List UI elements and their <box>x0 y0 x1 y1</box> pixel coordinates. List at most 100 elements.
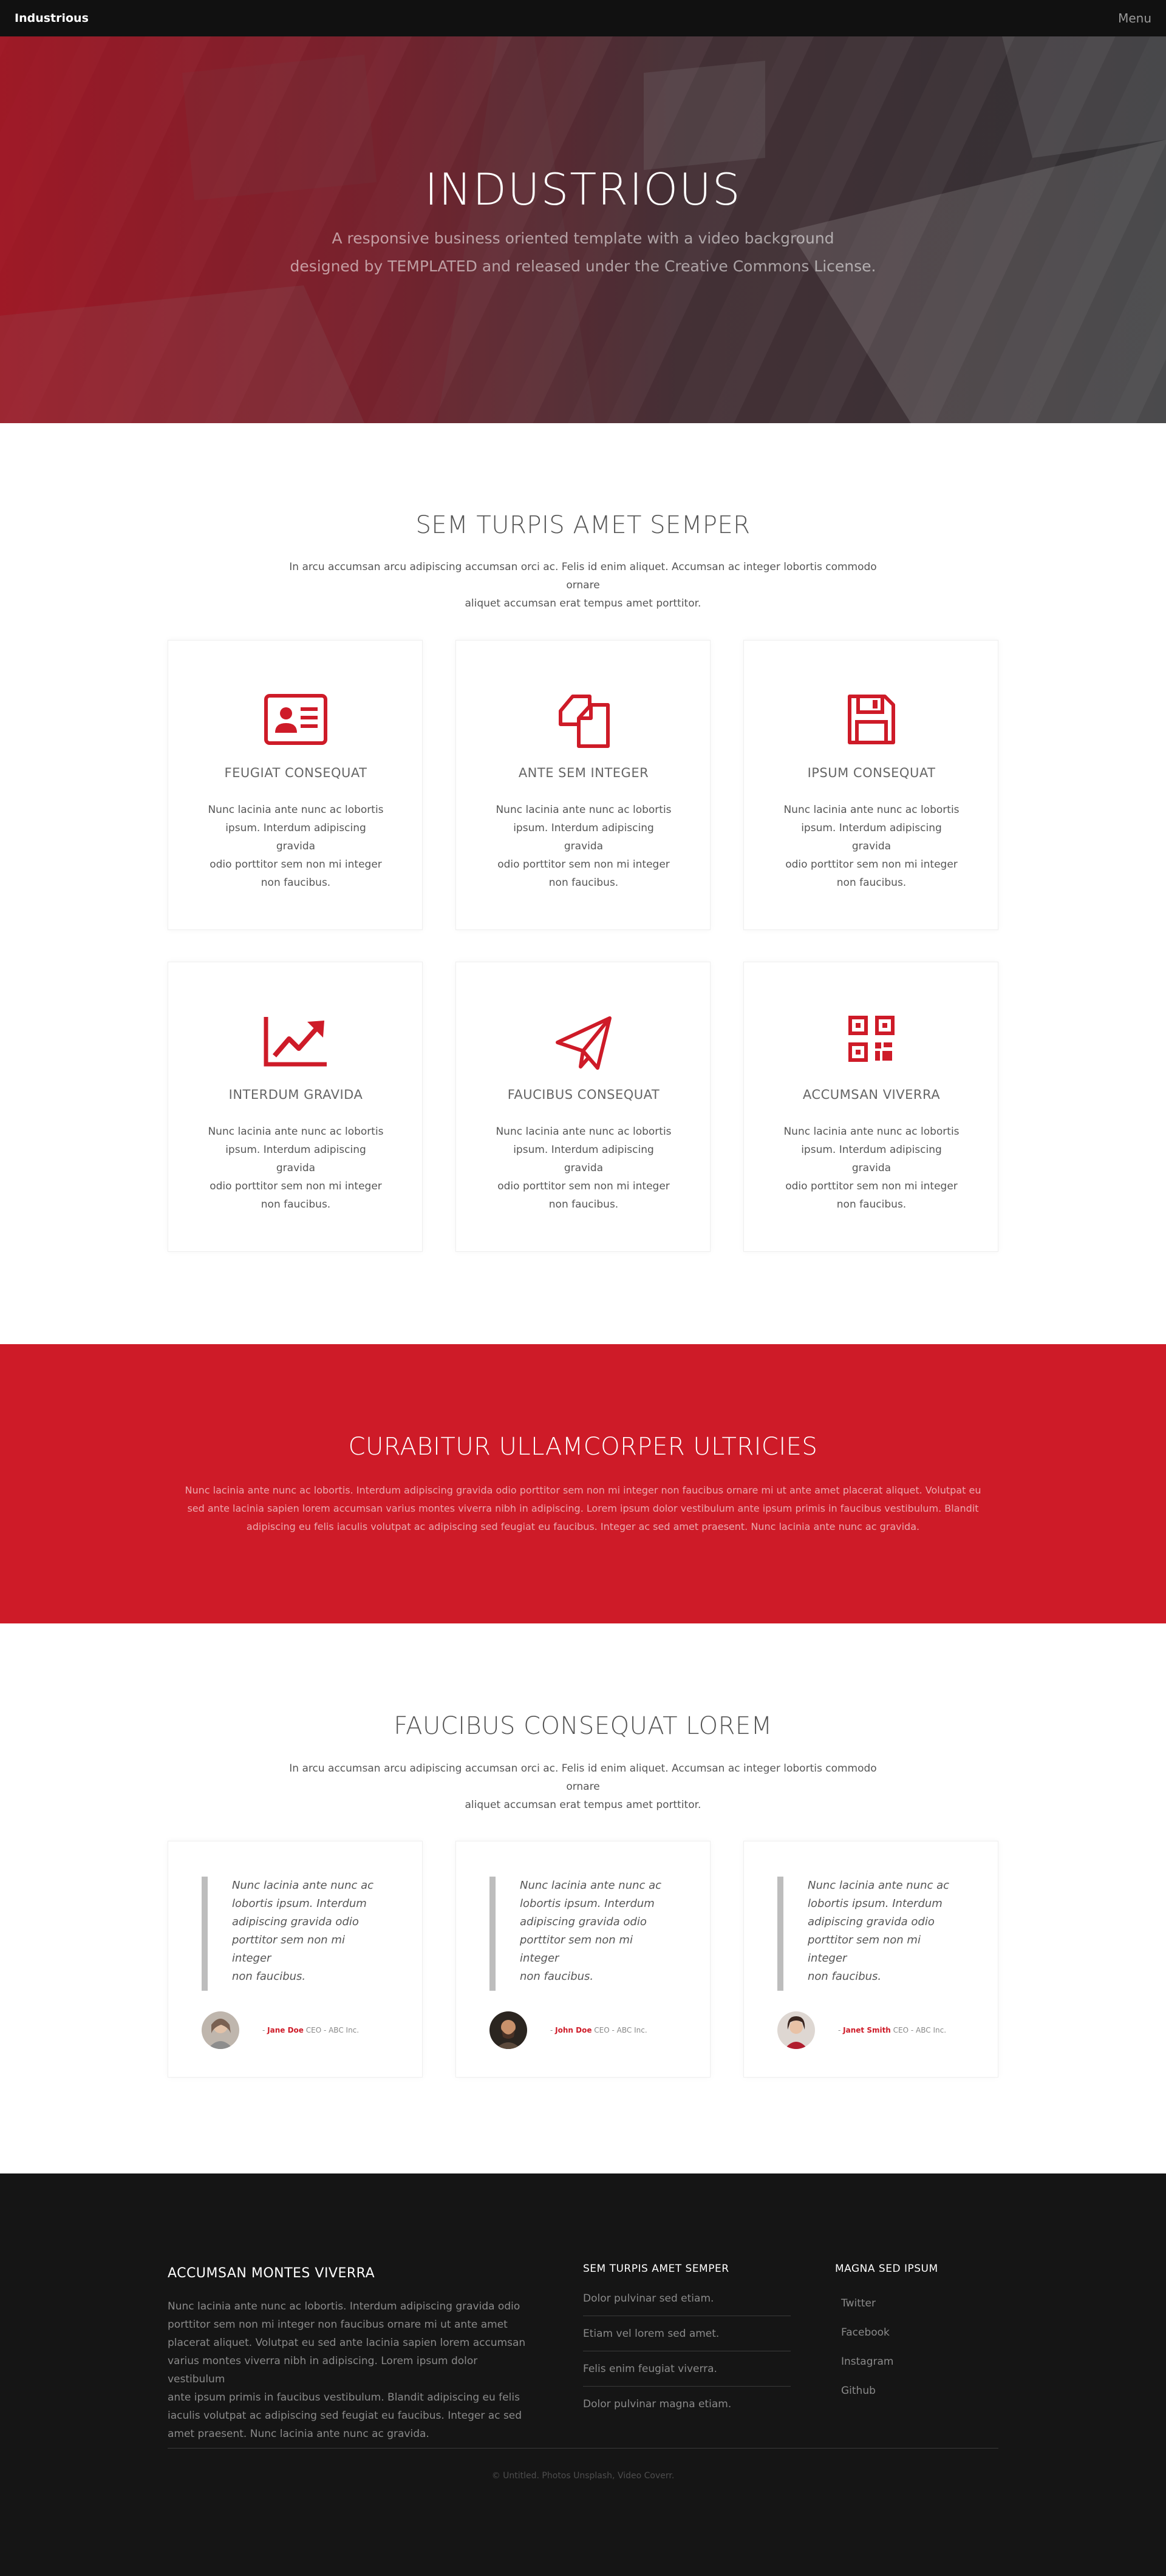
copy-documents-icon <box>456 694 711 750</box>
section-title: SEM TURPIS AMET SEMPER <box>415 511 751 539</box>
text-line: amet praesent. Nunc lacinia ante nunc ac… <box>168 2428 429 2440</box>
feature-card: FEUGIAT CONSEQUAT Nunc lacinia ante nunc… <box>168 640 423 930</box>
text-line: iaculis volutpat ac adipiscing sed feugi… <box>168 2410 522 2422</box>
site-footer: ACCUMSAN MONTES VIVERRA Nunc lacinia ant… <box>0 2173 1166 2576</box>
hero-subtitle-line: A responsive business oriented template … <box>332 229 834 247</box>
testimonial-card: Nunc lacinia ante nunc ac lobortis ipsum… <box>455 1841 711 2078</box>
text-line: Nunc lacinia ante nunc ac lobortis <box>783 1126 960 1138</box>
avatar <box>777 2011 815 2049</box>
quote-line: lobortis ipsum. Interdum <box>520 1897 655 1910</box>
quote-line: porttitor sem non mi integer <box>520 1934 633 1965</box>
footer-link[interactable]: Felis enim feugiat viverra. <box>583 2351 791 2387</box>
feature-text: Nunc lacinia ante nunc ac lobortis ipsum… <box>780 801 963 892</box>
author-dash: - <box>838 2026 844 2034</box>
feature-card: INTERDUM GRAVIDA Nunc lacinia ante nunc … <box>168 962 423 1252</box>
footer-about-title: ACCUMSAN MONTES VIVERRA <box>168 2266 375 2281</box>
text-line: odio porttitor sem non mi integer <box>497 1180 670 1192</box>
hero-content: INDUSTRIOUS A responsive business orient… <box>0 164 1166 280</box>
quote-line: adipiscing gravida odio <box>520 1915 647 1928</box>
footer-social-list: Twitter Facebook Instagram Github <box>835 2289 894 2405</box>
menu-toggle[interactable]: Menu <box>1118 11 1151 25</box>
description-line: In arcu accumsan arcu adipiscing accumsa… <box>289 561 877 591</box>
text-line: odio porttitor sem non mi integer <box>497 858 670 871</box>
feature-text: Nunc lacinia ante nunc ac lobortis ipsum… <box>493 801 675 892</box>
text-line: Nunc lacinia ante nunc ac lobortis <box>783 804 960 816</box>
footer-link[interactable]: Dolor pulvinar sed etiam. <box>583 2281 791 2316</box>
section-description: In arcu accumsan arcu adipiscing accumsa… <box>273 558 893 613</box>
text-line: ipsum. Interdum adipiscing gravida <box>801 1144 942 1174</box>
highlight-text: Nunc lacinia ante nunc ac lobortis. Inte… <box>164 1481 1002 1536</box>
testimonial-quote: Nunc lacinia ante nunc ac lobortis ipsum… <box>777 1877 960 1991</box>
text-line: ipsum. Interdum adipiscing gravida <box>801 822 942 852</box>
hero-title: INDUSTRIOUS <box>424 164 742 215</box>
testimonial-quote: Nunc lacinia ante nunc ac lobortis ipsum… <box>489 1877 672 1991</box>
highlight-section: CURABITUR ULLAMCORPER ULTRICIES Nunc lac… <box>0 1344 1166 1623</box>
hero-subtitle: A responsive business oriented template … <box>0 225 1166 280</box>
footer-link[interactable]: Dolor pulvinar magna etiam. <box>583 2387 791 2422</box>
text-line: sed ante lacinia sapien lorem accumsan v… <box>187 1503 979 1514</box>
text-line: ante ipsum primis in faucibus vestibulum… <box>168 2391 520 2404</box>
quote-line: non faucibus. <box>808 1970 882 1983</box>
author-name: Jane Doe <box>267 2026 304 2034</box>
testimonial-quote: Nunc lacinia ante nunc ac lobortis ipsum… <box>202 1877 384 1991</box>
testimonial-author: - Janet Smith CEO - ABC Inc. <box>777 2011 946 2049</box>
testimonial-author: - Jane Doe CEO - ABC Inc. <box>202 2011 359 2049</box>
text-line: ipsum. Interdum adipiscing gravida <box>513 822 654 852</box>
author-role: CEO - ABC Inc. <box>303 2026 360 2034</box>
feature-text: Nunc lacinia ante nunc ac lobortis ipsum… <box>205 801 387 892</box>
text-line: Nunc lacinia ante nunc ac lobortis <box>208 804 384 816</box>
author-role: CEO - ABC Inc. <box>592 2026 647 2034</box>
text-line: ipsum. Interdum adipiscing gravida <box>225 1144 366 1174</box>
text-line: Nunc lacinia ante nunc ac lobortis. Inte… <box>168 2300 520 2313</box>
text-line: non faucibus. <box>261 1198 331 1211</box>
feature-text: Nunc lacinia ante nunc ac lobortis ipsum… <box>493 1123 675 1214</box>
description-line: aliquet accumsan erat tempus amet portti… <box>465 597 701 610</box>
quote-line: Nunc lacinia ante nunc ac <box>808 1879 950 1892</box>
quote-line: Nunc lacinia ante nunc ac <box>232 1879 374 1892</box>
text-line: varius montes viverra nibh in adipiscing… <box>168 2355 478 2385</box>
paper-plane-icon <box>456 1016 711 1070</box>
github-link[interactable]: Github <box>835 2376 894 2405</box>
brand-logo[interactable]: Industrious <box>15 12 89 25</box>
quote-line: Nunc lacinia ante nunc ac <box>520 1879 662 1892</box>
copyright: © Untitled. Photos Unsplash, Video Cover… <box>491 2471 675 2481</box>
feature-card: FAUCIBUS CONSEQUAT Nunc lacinia ante nun… <box>455 962 711 1252</box>
floppy-disk-icon <box>744 694 999 745</box>
text-line: ipsum. Interdum adipiscing gravida <box>513 1144 654 1174</box>
testimonials-section: FAUCIBUS CONSEQUAT LOREM In arcu accumsa… <box>0 1623 1166 2173</box>
feature-title: ACCUMSAN VIVERRA <box>802 1087 941 1102</box>
text-line: odio porttitor sem non mi integer <box>210 858 382 871</box>
id-card-icon <box>168 694 423 745</box>
text-line: odio porttitor sem non mi integer <box>785 1180 958 1192</box>
avatar <box>489 2011 527 2049</box>
footer-col-title: MAGNA SED IPSUM <box>835 2263 938 2275</box>
text-line: Nunc lacinia ante nunc ac lobortis <box>496 1126 672 1138</box>
quote-line: non faucibus. <box>520 1970 594 1983</box>
quote-line: porttitor sem non mi integer <box>808 1934 921 1965</box>
feature-card: ANTE SEM INTEGER Nunc lacinia ante nunc … <box>455 640 711 930</box>
quote-line: non faucibus. <box>232 1970 306 1983</box>
footer-divider <box>168 2448 998 2449</box>
facebook-link[interactable]: Facebook <box>835 2318 894 2347</box>
author-dash: - <box>550 2026 556 2034</box>
site-header: Industrious Menu <box>0 0 1166 36</box>
features-section: SEM TURPIS AMET SEMPER In arcu accumsan … <box>0 423 1166 1344</box>
feature-title: FAUCIBUS CONSEQUAT <box>507 1087 660 1102</box>
text-line: Nunc lacinia ante nunc ac lobortis <box>496 804 672 816</box>
quote-line: lobortis ipsum. Interdum <box>232 1897 367 1910</box>
feature-text: Nunc lacinia ante nunc ac lobortis ipsum… <box>205 1123 387 1214</box>
text-line: odio porttitor sem non mi integer <box>210 1180 382 1192</box>
feature-card: ACCUMSAN VIVERRA Nunc lacinia ante nunc … <box>743 962 998 1252</box>
text-line: non faucibus. <box>836 877 907 889</box>
footer-link[interactable]: Etiam vel lorem sed amet. <box>583 2316 791 2351</box>
author-name: John Doe <box>555 2026 592 2034</box>
testimonial-card: Nunc lacinia ante nunc ac lobortis ipsum… <box>168 1841 423 2078</box>
qrcode-icon <box>744 1016 999 1062</box>
text-line: non faucibus. <box>836 1198 907 1211</box>
text-line: placerat aliquet. Volutpat eu sed ante l… <box>168 2337 526 2349</box>
instagram-link[interactable]: Instagram <box>835 2347 894 2376</box>
quote-line: adipiscing gravida odio <box>808 1915 935 1928</box>
hero-banner: INDUSTRIOUS A responsive business orient… <box>0 0 1166 423</box>
feature-title: FEUGIAT CONSEQUAT <box>224 766 367 780</box>
twitter-link[interactable]: Twitter <box>835 2289 894 2318</box>
